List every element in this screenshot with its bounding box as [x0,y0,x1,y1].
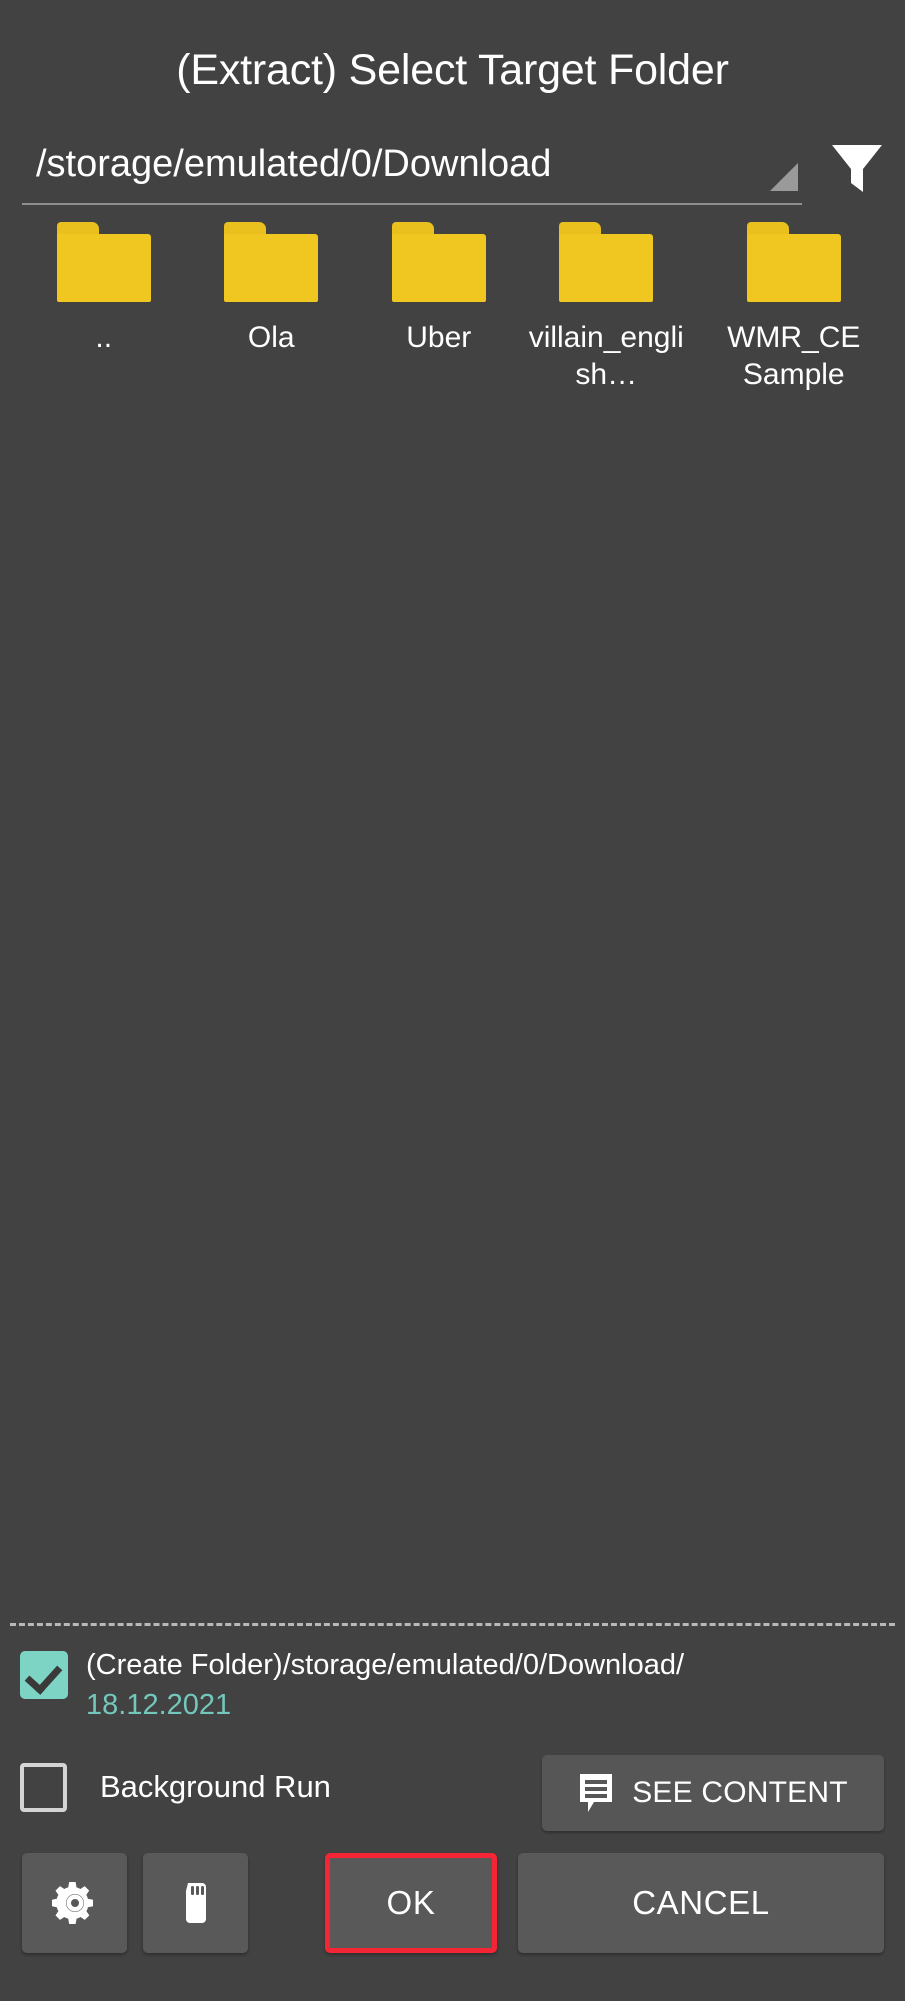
ok-button[interactable]: OK [325,1853,497,1953]
grid-item-wmr-ce-sample[interactable]: WMR_CE Sample [710,212,878,403]
sdcard-button[interactable] [143,1853,248,1953]
create-folder-checkbox[interactable] [20,1651,68,1699]
grid-item-label: Ola [247,321,295,354]
folder-icon [391,222,486,302]
gear-icon [51,1879,99,1927]
dropdown-caret-icon[interactable] [770,163,798,191]
grid-item-label: Uber [406,321,472,354]
folder-icon [559,222,654,302]
background-run-label: Background Run [100,1769,331,1804]
grid-item-uber[interactable]: Uber [355,212,523,403]
grid-item-villain-english[interactable]: villain_english… [523,212,691,403]
grid-item-label: WMR_CE Sample [727,321,861,391]
grid-item-ola[interactable]: Ola [188,212,356,403]
section-divider [10,1623,895,1626]
create-folder-option[interactable]: (Create Folder)/storage/emulated/0/Downl… [20,1645,885,1725]
action-button-bar: OK CANCEL [0,1853,905,1963]
folder-grid: .. Ola Uber villain_english… WMR_CE Samp… [0,212,905,403]
cancel-button-label: CANCEL [632,1884,770,1921]
background-run-row: Background Run SEE CONTENT [20,1755,885,1833]
grid-item-parent[interactable]: .. [20,212,188,403]
path-input[interactable]: /storage/emulated/0/Download [22,143,802,205]
background-run-checkbox[interactable] [20,1763,67,1812]
see-content-label: SEE CONTENT [632,1776,848,1809]
create-folder-path: (Create Folder)/storage/emulated/0/Downl… [86,1649,685,1681]
select-target-folder-dialog: (Extract) Select Target Folder /storage/… [0,0,905,2001]
create-folder-date: 18.12.2021 [86,1689,232,1721]
grid-left-pad-row2 [690,212,710,403]
grid-item-label: .. [95,321,113,354]
folder-icon [746,222,841,302]
grid-left-pad [0,212,20,403]
page-title: (Extract) Select Target Folder [176,46,729,94]
folder-icon [224,222,319,302]
path-bar: /storage/emulated/0/Download [22,143,883,213]
path-input-value: /storage/emulated/0/Download [36,143,552,185]
grid-item-label: villain_english… [528,321,684,391]
filter-funnel-icon[interactable] [827,137,887,197]
comment-lines-icon [578,1772,620,1814]
cancel-button[interactable]: CANCEL [518,1853,884,1953]
create-folder-text: (Create Folder)/storage/emulated/0/Downl… [86,1645,684,1725]
ok-button-label: OK [386,1884,436,1921]
folder-icon [56,222,151,302]
sd-card-icon [172,1879,220,1927]
settings-button[interactable] [22,1853,127,1953]
see-content-button[interactable]: SEE CONTENT [542,1755,884,1831]
